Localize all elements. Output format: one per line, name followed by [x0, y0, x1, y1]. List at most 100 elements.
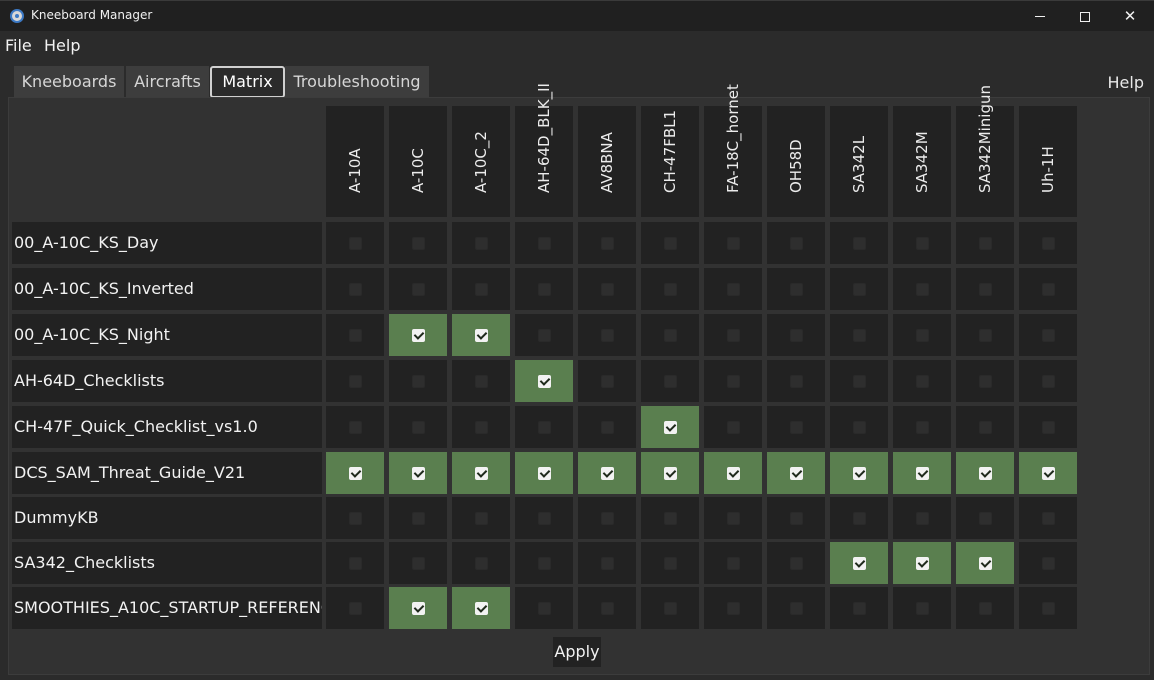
matrix-cell[interactable] [1019, 587, 1077, 629]
matrix-cell[interactable] [389, 314, 447, 356]
checkbox-unchecked[interactable] [474, 556, 488, 570]
checkbox-unchecked[interactable] [348, 374, 362, 388]
checkbox-unchecked[interactable] [789, 556, 803, 570]
checkbox-checked[interactable] [978, 466, 992, 480]
checkbox-unchecked[interactable] [1041, 420, 1055, 434]
matrix-cell[interactable] [578, 452, 636, 494]
matrix-cell[interactable] [641, 587, 699, 629]
tab-aircrafts[interactable]: Aircrafts [126, 66, 210, 98]
checkbox-unchecked[interactable] [537, 420, 551, 434]
checkbox-unchecked[interactable] [663, 601, 677, 615]
checkbox-unchecked[interactable] [600, 556, 614, 570]
matrix-cell[interactable] [389, 497, 447, 539]
checkbox-unchecked[interactable] [411, 511, 425, 525]
matrix-cell[interactable] [704, 406, 762, 448]
checkbox-checked[interactable] [663, 420, 677, 434]
checkbox-unchecked[interactable] [1041, 328, 1055, 342]
matrix-cell[interactable] [578, 497, 636, 539]
checkbox-unchecked[interactable] [726, 328, 740, 342]
matrix-cell[interactable] [767, 452, 825, 494]
checkbox-unchecked[interactable] [789, 374, 803, 388]
matrix-cell[interactable] [389, 542, 447, 584]
checkbox-unchecked[interactable] [348, 601, 362, 615]
matrix-cell[interactable] [515, 587, 573, 629]
matrix-cell[interactable] [704, 587, 762, 629]
matrix-cell[interactable] [641, 268, 699, 310]
checkbox-unchecked[interactable] [915, 511, 929, 525]
checkbox-unchecked[interactable] [726, 511, 740, 525]
matrix-cell[interactable] [830, 542, 888, 584]
checkbox-unchecked[interactable] [411, 236, 425, 250]
matrix-cell[interactable] [578, 406, 636, 448]
checkbox-unchecked[interactable] [411, 374, 425, 388]
checkbox-checked[interactable] [537, 374, 551, 388]
checkbox-unchecked[interactable] [852, 236, 866, 250]
matrix-cell[interactable] [830, 587, 888, 629]
checkbox-unchecked[interactable] [537, 601, 551, 615]
matrix-cell[interactable] [641, 497, 699, 539]
checkbox-unchecked[interactable] [474, 282, 488, 296]
matrix-cell[interactable] [956, 360, 1014, 402]
matrix-cell[interactable] [515, 222, 573, 264]
checkbox-unchecked[interactable] [1041, 236, 1055, 250]
matrix-cell[interactable] [830, 360, 888, 402]
checkbox-unchecked[interactable] [789, 328, 803, 342]
matrix-cell[interactable] [893, 542, 951, 584]
tab-troubleshooting[interactable]: Troubleshooting [285, 66, 430, 98]
matrix-cell[interactable] [326, 406, 384, 448]
checkbox-unchecked[interactable] [852, 601, 866, 615]
matrix-cell[interactable] [1019, 222, 1077, 264]
matrix-cell[interactable] [389, 587, 447, 629]
matrix-cell[interactable] [389, 222, 447, 264]
checkbox-unchecked[interactable] [474, 236, 488, 250]
checkbox-unchecked[interactable] [1041, 601, 1055, 615]
checkbox-checked[interactable] [915, 466, 929, 480]
checkbox-unchecked[interactable] [978, 601, 992, 615]
checkbox-unchecked[interactable] [1041, 511, 1055, 525]
matrix-cell[interactable] [956, 406, 1014, 448]
matrix-cell[interactable] [515, 268, 573, 310]
matrix-cell[interactable] [452, 587, 510, 629]
matrix-cell[interactable] [1019, 360, 1077, 402]
matrix-cell[interactable] [578, 314, 636, 356]
matrix-cell[interactable] [893, 452, 951, 494]
checkbox-unchecked[interactable] [852, 420, 866, 434]
matrix-cell[interactable] [830, 497, 888, 539]
checkbox-unchecked[interactable] [789, 601, 803, 615]
matrix-cell[interactable] [515, 360, 573, 402]
checkbox-unchecked[interactable] [411, 556, 425, 570]
matrix-cell[interactable] [515, 542, 573, 584]
matrix-cell[interactable] [767, 406, 825, 448]
checkbox-unchecked[interactable] [726, 236, 740, 250]
checkbox-unchecked[interactable] [600, 328, 614, 342]
matrix-cell[interactable] [704, 542, 762, 584]
checkbox-unchecked[interactable] [915, 236, 929, 250]
checkbox-unchecked[interactable] [663, 236, 677, 250]
checkbox-unchecked[interactable] [537, 328, 551, 342]
checkbox-unchecked[interactable] [789, 236, 803, 250]
matrix-cell[interactable] [893, 268, 951, 310]
matrix-cell[interactable] [452, 314, 510, 356]
checkbox-unchecked[interactable] [663, 511, 677, 525]
matrix-cell[interactable] [704, 314, 762, 356]
matrix-cell[interactable] [515, 406, 573, 448]
checkbox-unchecked[interactable] [537, 556, 551, 570]
checkbox-checked[interactable] [663, 466, 677, 480]
checkbox-unchecked[interactable] [978, 511, 992, 525]
checkbox-unchecked[interactable] [789, 282, 803, 296]
minimize-button[interactable] [1017, 1, 1063, 32]
tab-kneeboards[interactable]: Kneeboards [14, 66, 125, 98]
matrix-cell[interactable] [389, 452, 447, 494]
matrix-cell[interactable] [641, 222, 699, 264]
checkbox-unchecked[interactable] [978, 374, 992, 388]
matrix-cell[interactable] [452, 452, 510, 494]
checkbox-checked[interactable] [348, 466, 362, 480]
matrix-cell[interactable] [830, 314, 888, 356]
checkbox-unchecked[interactable] [537, 282, 551, 296]
checkbox-checked[interactable] [789, 466, 803, 480]
checkbox-unchecked[interactable] [600, 374, 614, 388]
matrix-cell[interactable] [1019, 406, 1077, 448]
checkbox-unchecked[interactable] [726, 420, 740, 434]
checkbox-unchecked[interactable] [852, 374, 866, 388]
checkbox-checked[interactable] [411, 601, 425, 615]
